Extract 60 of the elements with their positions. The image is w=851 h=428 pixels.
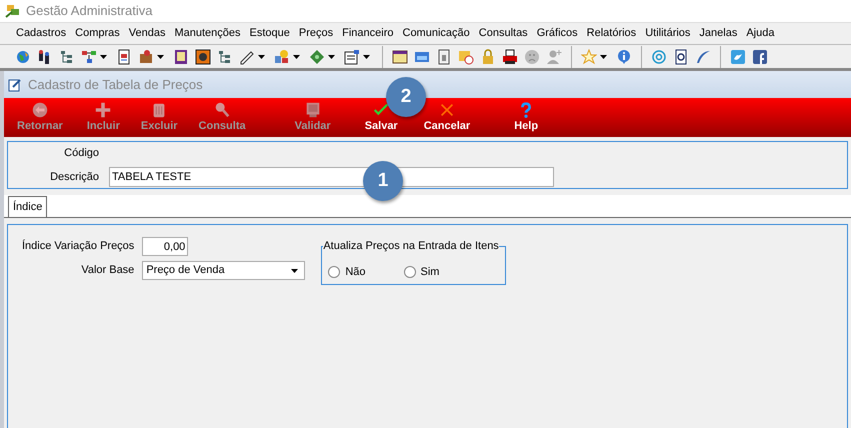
globe-icon[interactable] <box>15 48 31 64</box>
calendar-icon[interactable] <box>392 48 408 64</box>
menu-item[interactable]: Financeiro <box>342 25 394 42</box>
bird-square-icon[interactable] <box>730 48 746 64</box>
menu-item[interactable]: Vendas <box>128 25 166 42</box>
tree-icon[interactable] <box>59 48 75 64</box>
document-icon[interactable] <box>116 48 132 64</box>
form-pen-icon <box>8 78 22 92</box>
monitor-icon <box>304 101 322 119</box>
box-icon[interactable] <box>138 48 154 64</box>
dropdown-caret-icon <box>363 54 370 58</box>
dropdown-caret-icon <box>157 54 164 58</box>
social-square-icon[interactable] <box>752 48 768 64</box>
field-label: Descrição <box>49 170 99 185</box>
safe-icon[interactable] <box>195 48 211 64</box>
menu-item[interactable]: Preços <box>298 25 334 42</box>
tree-icon[interactable] <box>217 48 233 64</box>
padlock-icon[interactable] <box>480 48 496 64</box>
menu-item[interactable]: Gráficos <box>536 25 578 42</box>
magnifier-icon <box>213 101 232 119</box>
dropdown-caret-icon <box>328 54 335 58</box>
info-icon[interactable] <box>616 48 632 64</box>
app-logo-icon <box>5 4 21 18</box>
dropdown-caret-icon <box>258 54 265 58</box>
menu-item[interactable]: Ajuda <box>746 25 774 42</box>
book-icon[interactable] <box>173 48 189 64</box>
plus-icon <box>94 101 112 119</box>
window-title: Cadastro de Tabela de Preços <box>28 76 203 94</box>
app-title: Gestão Administrativa <box>26 2 152 20</box>
menu-item[interactable]: Consultas <box>478 25 528 42</box>
form-icon[interactable] <box>344 48 360 64</box>
dropdown-caret-icon <box>293 54 300 58</box>
menu-item[interactable]: Relatórios <box>586 25 636 42</box>
feather-icon[interactable] <box>695 48 711 64</box>
field-label: Índice Variação Preços <box>22 238 134 254</box>
group-title: Atualiza Preços na Entrada de Itens <box>323 239 499 253</box>
dropdown-caret-icon <box>100 54 107 58</box>
radio-option[interactable]: Sim <box>404 264 440 280</box>
star-icon[interactable] <box>581 48 597 64</box>
menu-item[interactable]: Janelas <box>699 25 738 42</box>
tab[interactable]: Índice <box>8 196 48 217</box>
index-field[interactable]: 0,00 <box>142 237 188 256</box>
menu-item[interactable]: Comunicação <box>402 25 470 42</box>
printer-icon[interactable] <box>502 48 518 64</box>
sad-face-icon[interactable] <box>524 48 540 64</box>
dropdown-caret-icon <box>600 54 607 58</box>
menu-item[interactable]: Compras <box>75 25 120 42</box>
toolbar-button[interactable]: Help <box>512 101 540 133</box>
menu-item[interactable]: Manutenções <box>174 25 241 42</box>
menu-item[interactable]: Cadastros <box>16 25 66 42</box>
base-select[interactable]: Preço de Venda <box>142 261 306 280</box>
network-icon[interactable] <box>81 48 97 64</box>
field-label: Código <box>63 146 99 161</box>
caret-icon <box>291 268 298 272</box>
shapes-icon[interactable] <box>274 48 290 64</box>
pencil-icon[interactable] <box>239 48 255 64</box>
menu-item[interactable]: Estoque <box>250 25 290 42</box>
field-label: Valor Base <box>80 263 134 278</box>
radio-option[interactable]: Não <box>328 264 366 280</box>
menu-item[interactable]: Utilitários <box>645 25 690 42</box>
